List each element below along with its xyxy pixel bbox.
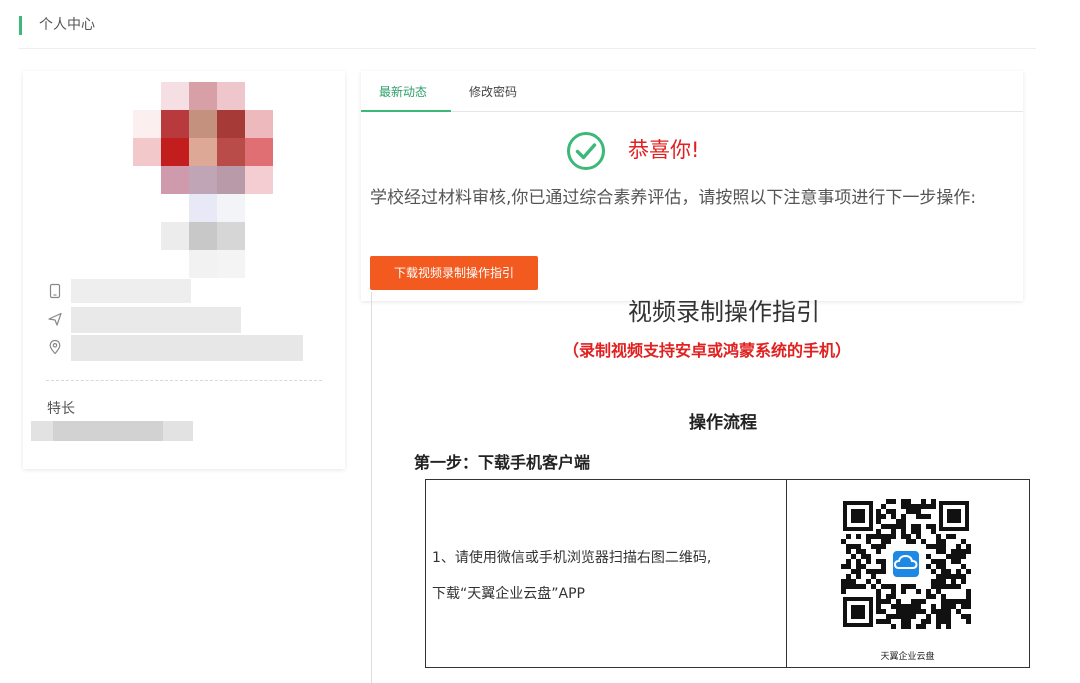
address-value-blurred bbox=[71, 335, 303, 361]
step1-instructions: 1、请使用微信或手机浏览器扫描右图二维码, 下载“天翼企业云盘”APP bbox=[432, 540, 782, 612]
phone-icon bbox=[49, 283, 61, 299]
process-title: 操作流程 bbox=[689, 413, 757, 433]
step1-line2: 下载“天翼企业云盘”APP bbox=[432, 586, 585, 602]
page-title: 个人中心 bbox=[39, 17, 95, 33]
check-circle-icon bbox=[567, 132, 605, 170]
qr-code[interactable] bbox=[841, 499, 971, 629]
avatar[interactable] bbox=[133, 82, 273, 278]
qr-label: 天翼企业云盘 bbox=[880, 652, 935, 662]
header-accent-bar bbox=[19, 16, 22, 35]
step1-title: 第一步：下载手机客户端 bbox=[414, 453, 591, 472]
skill-label: 特长 bbox=[47, 401, 75, 417]
tab-latest-news[interactable]: 最新动态 bbox=[379, 84, 427, 100]
download-guide-button[interactable]: 下载视频录制操作指引 bbox=[370, 256, 538, 290]
step1-table: 1、请使用微信或手机浏览器扫描右图二维码, 下载“天翼企业云盘”APP 天翼企业… bbox=[425, 479, 1030, 668]
tab-bar: 最新动态 修改密码 bbox=[361, 71, 1023, 112]
email-value-blurred bbox=[71, 307, 241, 333]
phone-value-blurred bbox=[71, 279, 191, 303]
send-icon bbox=[48, 312, 62, 326]
guide-title: 视频录制操作指引 bbox=[628, 298, 820, 326]
guide-subtitle: （录制视频支持安卓或鸿蒙系统的手机） bbox=[563, 341, 852, 360]
skill-value-blurred-core bbox=[53, 421, 163, 441]
profile-card: 特长 bbox=[23, 71, 345, 469]
page-header: 个人中心 bbox=[19, 0, 1036, 49]
tab-change-password[interactable]: 修改密码 bbox=[469, 84, 517, 100]
profile-divider bbox=[46, 380, 322, 381]
location-icon bbox=[49, 339, 61, 355]
active-tab-indicator bbox=[361, 110, 451, 112]
success-title: 恭喜你! bbox=[628, 138, 700, 162]
status-message: 学校经过材料审核,你已通过综合素养评估，请按照以下注意事项进行下一步操作: bbox=[370, 188, 977, 208]
table-column-divider bbox=[786, 480, 787, 667]
step1-line1: 1、请使用微信或手机浏览器扫描右图二维码, bbox=[432, 550, 712, 566]
